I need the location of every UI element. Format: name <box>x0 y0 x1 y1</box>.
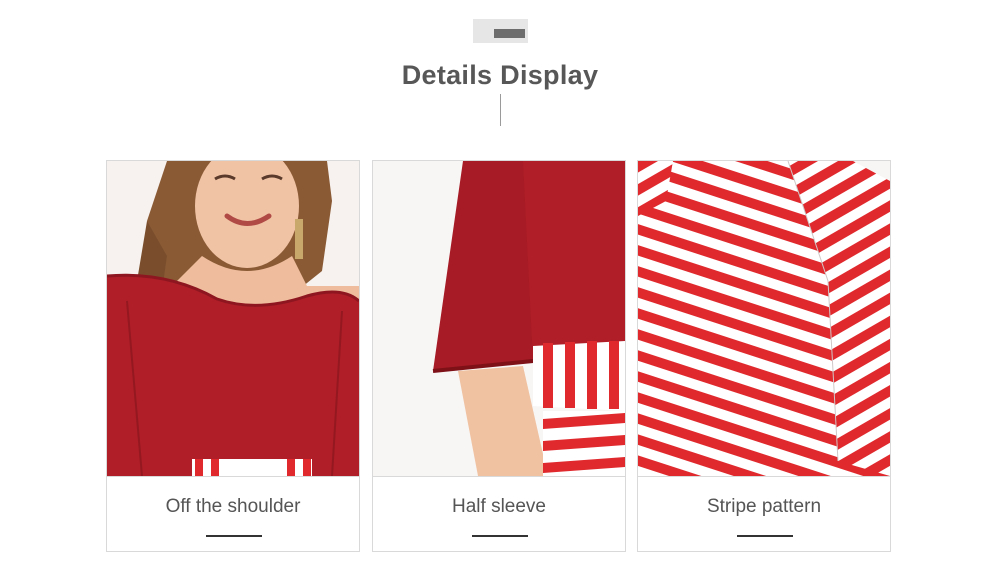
detail-photo-off-shoulder <box>107 161 359 477</box>
detail-card-off-shoulder[interactable]: Off the shoulder <box>106 160 360 552</box>
detail-card-stripe-pattern[interactable]: Stripe pattern <box>637 160 891 552</box>
logo-bar <box>494 29 525 38</box>
detail-photo-stripe-pattern <box>638 161 890 477</box>
title-divider <box>500 94 501 126</box>
brand-logo-badge <box>473 19 528 43</box>
caption-stripe-pattern: Stripe pattern <box>706 496 822 517</box>
detail-card-half-sleeve[interactable]: Half sleeve <box>372 160 626 552</box>
caption-underline <box>737 535 793 537</box>
caption-off-shoulder: Off the shoulder <box>165 496 301 517</box>
caption-underline <box>472 535 528 537</box>
caption-half-sleeve: Half sleeve <box>452 496 546 517</box>
detail-photo-half-sleeve <box>373 161 625 477</box>
section-title: Details Display <box>401 60 599 90</box>
caption-underline <box>206 535 262 537</box>
